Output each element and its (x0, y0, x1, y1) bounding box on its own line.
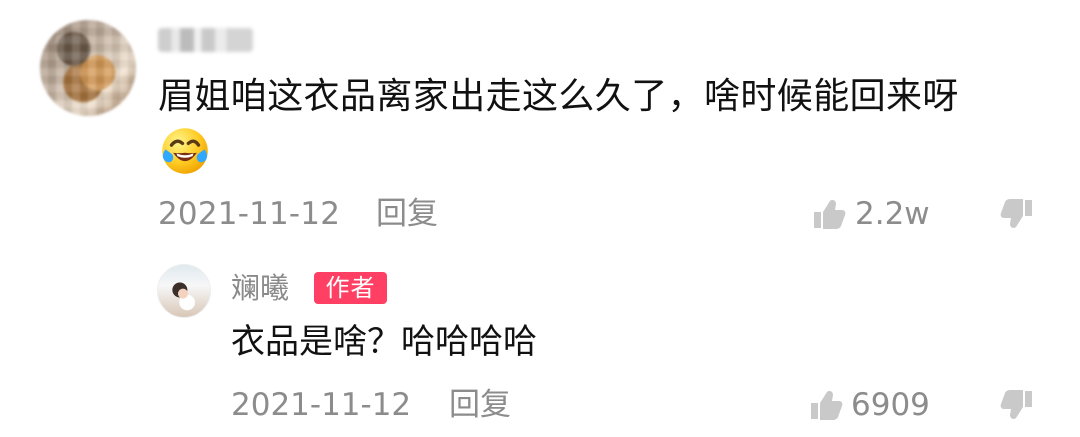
thumbs-up-icon[interactable] (809, 389, 843, 421)
reply-button[interactable]: 回复 (449, 383, 511, 427)
avatar[interactable] (40, 20, 136, 116)
laughing-crying-emoji-icon (162, 128, 208, 174)
author-badge: 作者 (314, 272, 387, 304)
reply-date: 2021-11-12 (231, 387, 412, 423)
comment-date: 2021-11-12 (158, 196, 341, 232)
thumbs-up-icon[interactable] (812, 198, 846, 230)
reply-like-count: 6909 (851, 387, 930, 423)
reply-text: 衣品是啥？哈哈哈哈 (231, 322, 537, 362)
reply-username[interactable]: 斓曦 (231, 268, 289, 308)
comment-meta-row: 2021-11-12 回复 2.2w (158, 192, 1038, 238)
thumbs-down-icon[interactable] (1000, 389, 1034, 421)
reply-button[interactable]: 回复 (376, 192, 438, 236)
comment-like-count: 2.2w (855, 196, 930, 232)
thumbs-down-icon[interactable] (1000, 198, 1034, 230)
comment-text: 眉姐咱这衣品离家出走这么久了，啥时候能回来呀 (158, 76, 959, 117)
avatar[interactable] (157, 264, 211, 318)
reply-meta-row: 2021-11-12 回复 6909 (231, 383, 1038, 429)
blurred-username[interactable] (158, 28, 253, 52)
